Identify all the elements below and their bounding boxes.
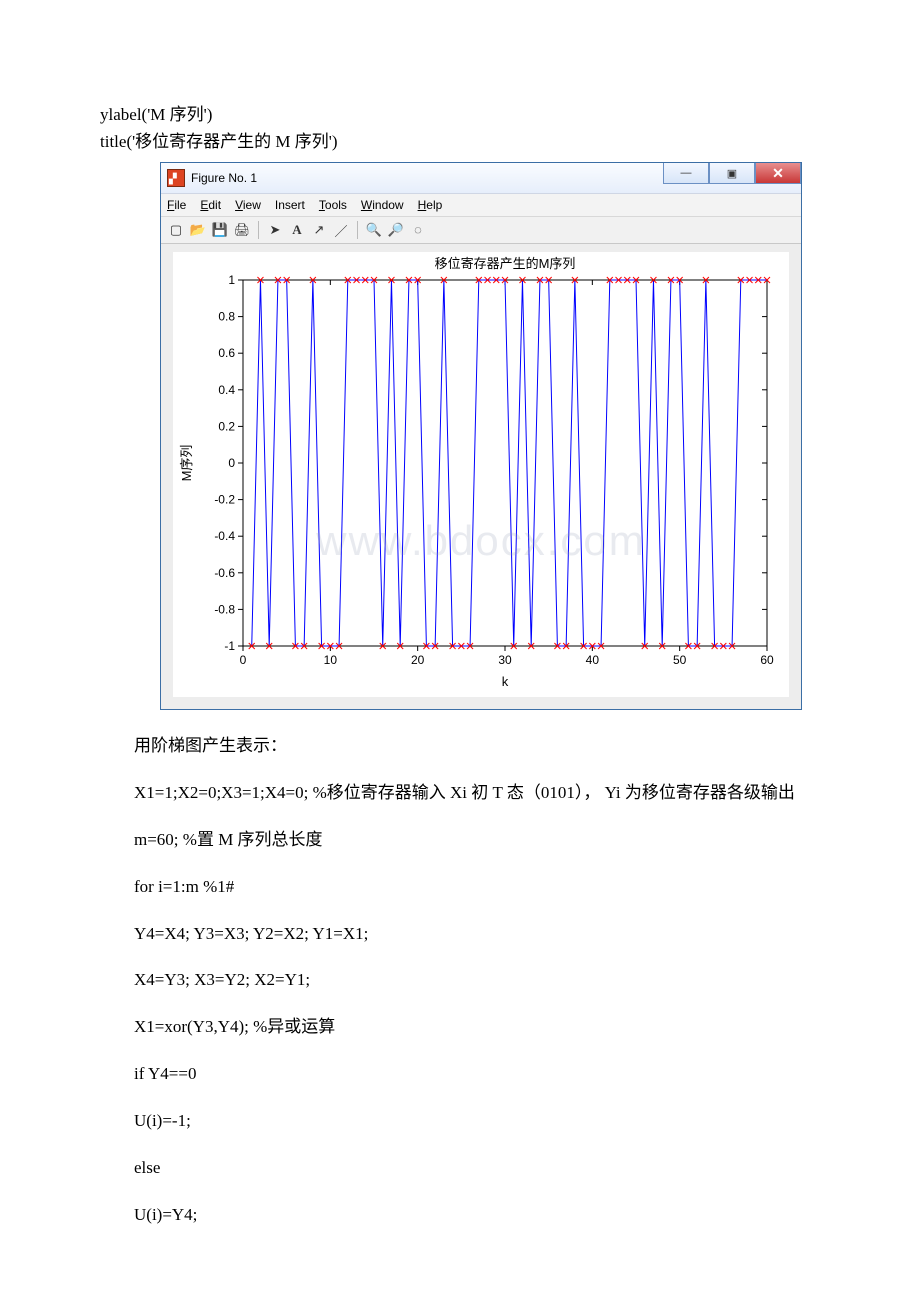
svg-text:移位寄存器产生的M序列: 移位寄存器产生的M序列 xyxy=(435,256,576,271)
zoom-out-icon[interactable]: 🔎 xyxy=(387,221,405,239)
svg-text:k: k xyxy=(502,674,509,689)
svg-text:20: 20 xyxy=(411,653,425,667)
window-title: Figure No. 1 xyxy=(191,171,257,185)
rotate-icon[interactable]: ◌ xyxy=(409,221,427,239)
save-icon[interactable]: 💾 xyxy=(211,221,229,239)
code-line-1: ylabel('M 序列') xyxy=(100,100,820,125)
plot-area: 移位寄存器产生的M序列 -1 -0.8 -0.6 -0.4 -0.2 0 0.2 0.4 0.6 0… xyxy=(161,244,801,709)
window-titlebar: ▞ Figure No. 1 — ▣ ✕ xyxy=(161,163,801,194)
chart-svg: 移位寄存器产生的M序列 -1 -0.8 -0.6 -0.4 -0.2 0 0.2 0.4 0.6 0… xyxy=(173,252,787,692)
svg-text:0.8: 0.8 xyxy=(218,310,235,324)
menu-help[interactable]: Help xyxy=(418,198,443,212)
para-7: X1=xor(Y3,Y4); %异或运算 xyxy=(100,1013,820,1042)
svg-text:0.2: 0.2 xyxy=(218,419,235,433)
svg-text:M序列: M序列 xyxy=(179,445,194,482)
svg-text:10: 10 xyxy=(324,653,338,667)
pointer-icon[interactable]: ➤ xyxy=(266,221,284,239)
svg-text:50: 50 xyxy=(673,653,687,667)
text-icon[interactable]: A xyxy=(288,221,306,239)
para-3: m=60; %置 M 序列总长度 xyxy=(100,826,820,855)
print-icon[interactable]: 🖨 xyxy=(233,221,251,239)
toolbar: ▢ 📂 💾 🖨 ➤ A ↗ ／ 🔍 🔎 ◌ xyxy=(161,217,801,244)
svg-text:1: 1 xyxy=(228,273,235,287)
para-8: if Y4==0 xyxy=(100,1060,820,1089)
menu-file[interactable]: File xyxy=(167,198,186,212)
para-5: Y4=X4; Y3=X3; Y2=X2; Y1=X1; xyxy=(100,920,820,949)
line-icon[interactable]: ／ xyxy=(332,221,350,239)
menu-insert[interactable]: Insert xyxy=(275,198,305,212)
para-9: U(i)=-1; xyxy=(100,1107,820,1136)
menu-edit[interactable]: Edit xyxy=(200,198,221,212)
arrow-icon[interactable]: ↗ xyxy=(310,221,328,239)
svg-text:60: 60 xyxy=(760,653,774,667)
svg-text:-0.2: -0.2 xyxy=(214,493,235,507)
zoom-in-icon[interactable]: 🔍 xyxy=(365,221,383,239)
svg-text:30: 30 xyxy=(498,653,512,667)
svg-text:0: 0 xyxy=(240,653,247,667)
new-file-icon[interactable]: ▢ xyxy=(167,221,185,239)
para-11: U(i)=Y4; xyxy=(100,1201,820,1230)
menu-window[interactable]: Window xyxy=(361,198,404,212)
window-minimize-button[interactable]: — xyxy=(663,163,709,184)
para-1: 用阶梯图产生表示： xyxy=(100,732,820,761)
svg-text:0.4: 0.4 xyxy=(218,383,235,397)
window-close-button[interactable]: ✕ xyxy=(755,163,801,184)
window-maximize-button[interactable]: ▣ xyxy=(709,163,755,184)
svg-text:0.6: 0.6 xyxy=(218,346,235,360)
code-preamble: ylabel('M 序列') title('移位寄存器产生的 M 序列') xyxy=(100,100,820,152)
toolbar-separator xyxy=(258,221,259,239)
open-icon[interactable]: 📂 xyxy=(189,221,207,239)
para-6: X4=Y3; X3=Y2; X2=Y1; xyxy=(100,966,820,995)
para-10: else xyxy=(100,1154,820,1183)
toolbar-separator-2 xyxy=(357,221,358,239)
svg-text:-0.6: -0.6 xyxy=(214,566,235,580)
figure-window: ▞ Figure No. 1 — ▣ ✕ File Edit View Inse… xyxy=(160,162,802,710)
matlab-figure-icon: ▞ xyxy=(167,169,185,187)
para-4: for i=1:m %1# xyxy=(100,873,820,902)
menu-view[interactable]: View xyxy=(235,198,261,212)
menu-tools[interactable]: Tools xyxy=(319,198,347,212)
menu-bar: File Edit View Insert Tools Window Help xyxy=(161,194,801,217)
svg-text:40: 40 xyxy=(586,653,600,667)
svg-text:-0.8: -0.8 xyxy=(214,602,235,616)
body-text: 用阶梯图产生表示： X1=1;X2=0;X3=1;X4=0; %移位寄存器输入 … xyxy=(100,732,820,1230)
plot-canvas: 移位寄存器产生的M序列 -1 -0.8 -0.6 -0.4 -0.2 0 0.2 0.4 0.6 0… xyxy=(173,252,789,697)
svg-text:-1: -1 xyxy=(224,639,235,653)
para-2: X1=1;X2=0;X3=1;X4=0; %移位寄存器输入 Xi 初 T 态（0… xyxy=(100,779,820,808)
svg-text:0: 0 xyxy=(228,456,235,470)
svg-text:-0.4: -0.4 xyxy=(214,529,235,543)
code-line-2: title('移位寄存器产生的 M 序列') xyxy=(100,127,820,152)
